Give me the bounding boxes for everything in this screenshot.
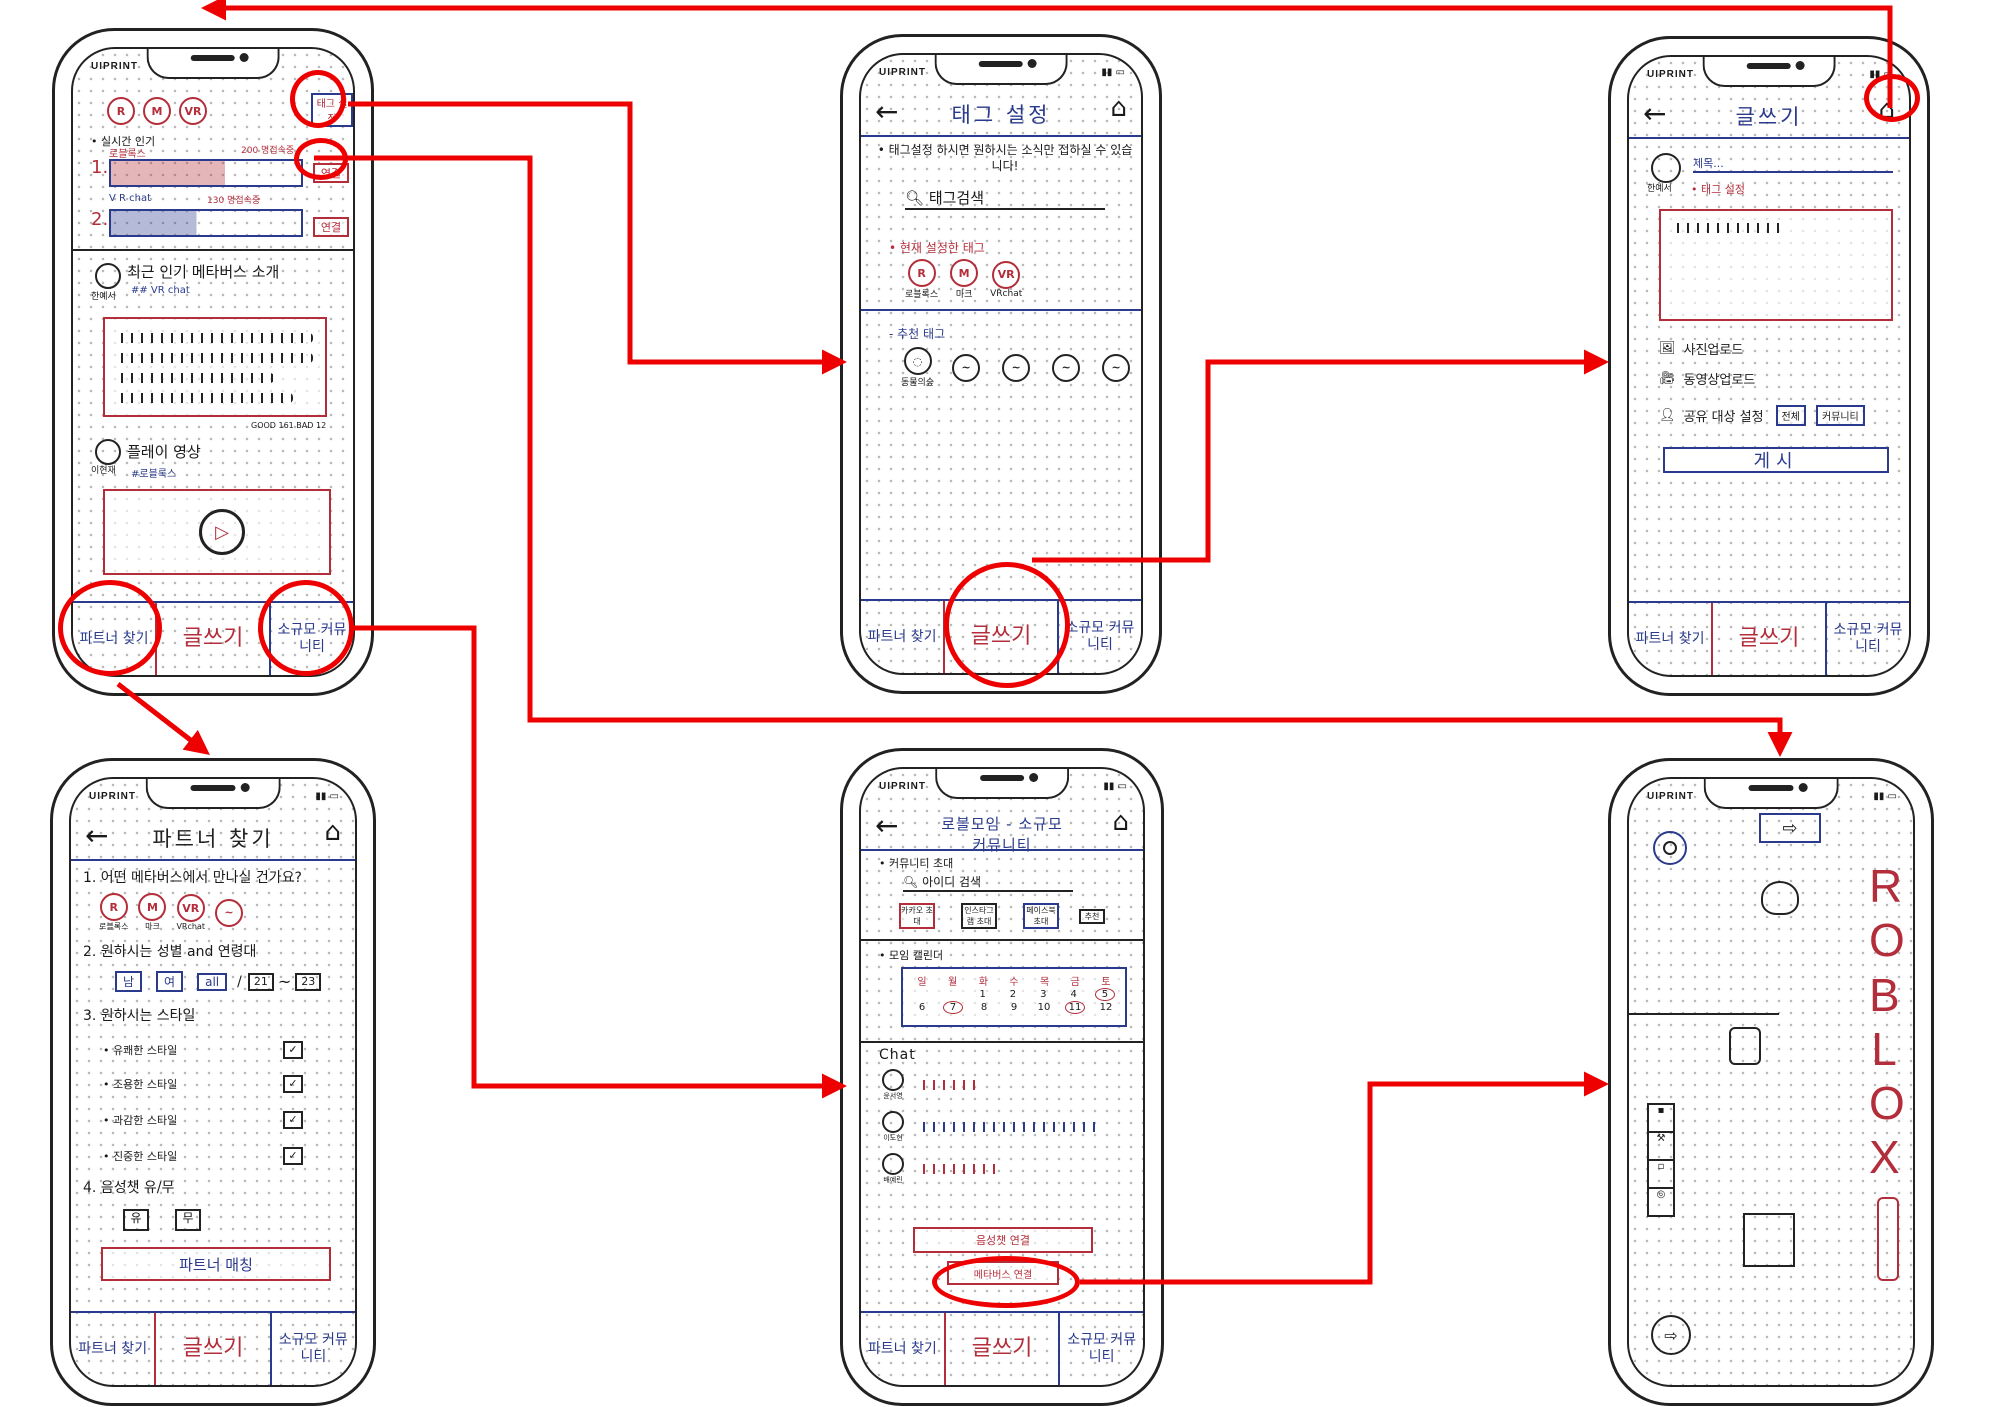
arrow-partner-to-page xyxy=(116,682,210,756)
notch xyxy=(1703,779,1839,809)
arrow-metaverse-to-game xyxy=(1080,1071,1609,1285)
notch xyxy=(1702,57,1836,87)
arrow-tag-to-tagsetting xyxy=(348,101,847,375)
notch xyxy=(146,49,280,79)
flow-arrows xyxy=(116,0,1893,1285)
notch xyxy=(934,55,1068,85)
arrow-connect-to-game xyxy=(314,155,1793,757)
arrow-write-to-writepage xyxy=(1032,349,1609,563)
notch xyxy=(935,769,1069,799)
arrow-community-to-page xyxy=(352,625,847,1099)
notch xyxy=(145,779,281,809)
